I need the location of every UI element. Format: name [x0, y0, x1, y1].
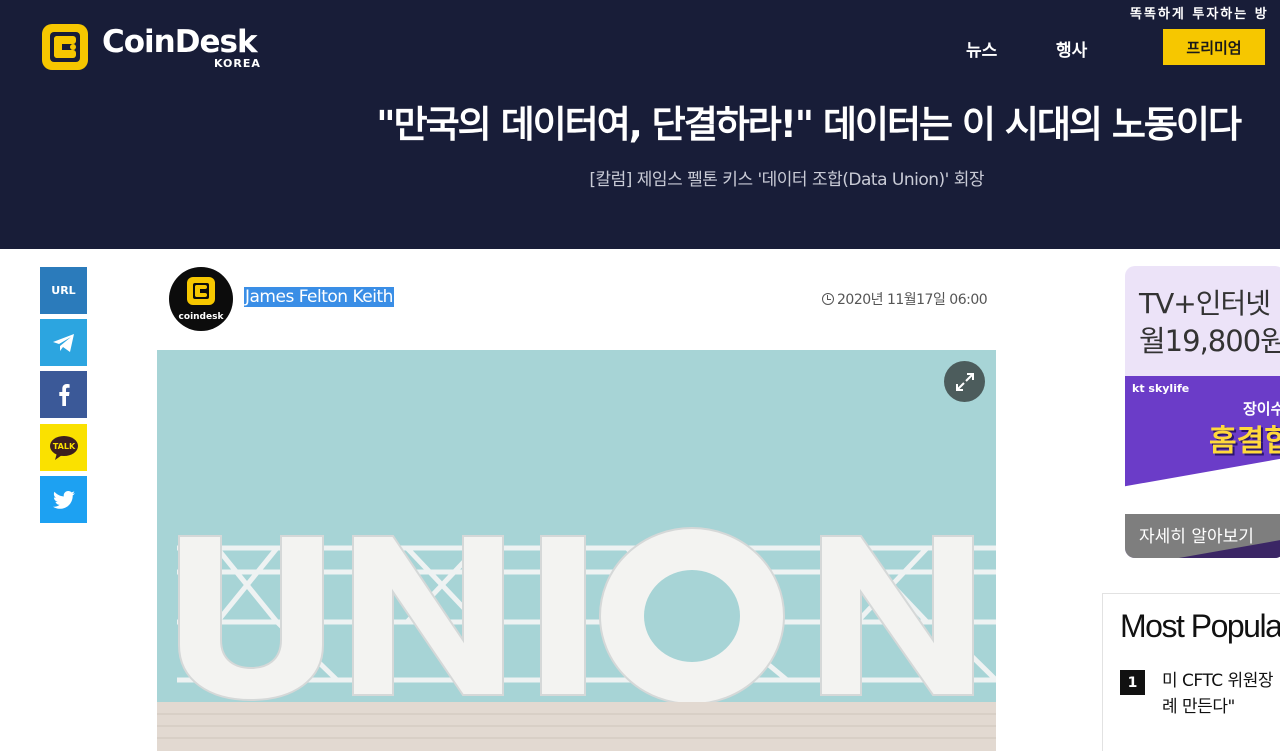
- article-subhead: [칼럼] 제임스 펠톤 키스 '데이터 조합(Data Union)' 회장: [589, 170, 984, 190]
- share-telegram-button[interactable]: [40, 319, 87, 366]
- coindesk-logo-icon: [42, 24, 88, 70]
- twitter-icon: [52, 490, 75, 509]
- nav-news[interactable]: 뉴스: [966, 36, 997, 61]
- facebook-icon: [58, 383, 70, 406]
- ad-promo-line2: 홈결합: [1209, 424, 1280, 459]
- popular-item-line2: 례 만든다": [1162, 697, 1235, 717]
- article-headline: "만국의 데이터여, 단결하라!" 데이터는 이 시대의 노동이다: [376, 103, 1242, 146]
- most-popular-title: Most Popular: [1120, 608, 1280, 644]
- ad-brand: kt skylife: [1132, 382, 1190, 395]
- ad-cta[interactable]: 자세히 알아보기: [1125, 514, 1280, 558]
- sidebar-ad[interactable]: TV+인터넷 월19,800원 kt skylife 장이수 홈결합 자세히 알…: [1125, 266, 1280, 558]
- popular-item-line1: 미 CFTC 위원장: [1162, 671, 1273, 691]
- kakaotalk-icon: TALK: [49, 435, 78, 460]
- ad-title: TV+인터넷: [1139, 287, 1271, 320]
- logo-subtext: KOREA: [214, 57, 261, 70]
- expand-image-button[interactable]: [944, 361, 985, 402]
- ad-price: 월19,800원: [1139, 324, 1280, 358]
- most-popular-panel: Most Popular 1 미 CFTC 위원장 례 만든다": [1102, 593, 1280, 751]
- coindesk-avatar-icon: coindesk: [179, 277, 225, 322]
- share-url-button[interactable]: URL: [40, 267, 87, 314]
- avatar-label: coindesk: [179, 312, 225, 322]
- site-logo[interactable]: CoinDesk KOREA: [40, 22, 280, 72]
- tagline: 똑똑하게 투자하는 방: [1130, 7, 1269, 22]
- popular-rank: 1: [1120, 670, 1145, 695]
- publish-date: 2020년 11월17일 06:00: [822, 289, 988, 309]
- share-facebook-button[interactable]: [40, 371, 87, 418]
- nav-events[interactable]: 행사: [1056, 36, 1087, 61]
- publish-date-text: 2020년 11월17일 06:00: [837, 292, 988, 308]
- logo-text: CoinDesk: [102, 24, 258, 60]
- popular-item[interactable]: 미 CFTC 위원장 례 만든다": [1162, 668, 1280, 720]
- author-avatar[interactable]: coindesk: [169, 267, 233, 331]
- telegram-icon: [52, 333, 74, 352]
- article-image[interactable]: [157, 350, 996, 751]
- share-url-label: URL: [51, 284, 76, 297]
- share-kakaotalk-button[interactable]: TALK: [40, 424, 87, 471]
- author-name[interactable]: James Felton Keith: [244, 287, 394, 307]
- clock-icon: [822, 293, 834, 305]
- union-sign-photo: [157, 350, 996, 751]
- expand-icon: [955, 372, 974, 391]
- site-header: 똑똑하게 투자하는 방 CoinDesk KOREA 뉴스 행사 프리미엄 "만…: [0, 0, 1280, 249]
- premium-button[interactable]: 프리미엄: [1163, 29, 1265, 65]
- share-twitter-button[interactable]: [40, 476, 87, 523]
- kakao-label: TALK: [52, 442, 75, 451]
